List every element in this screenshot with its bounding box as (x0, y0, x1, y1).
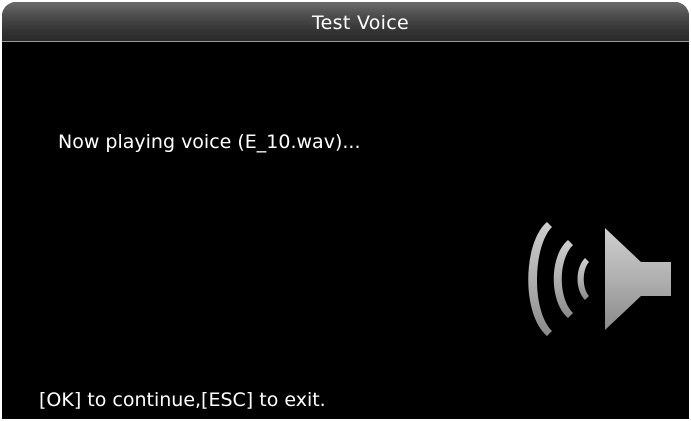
title-bar: Test Voice (2, 2, 689, 42)
sound-waves (528, 222, 589, 336)
playing-status-message: Now playing voice (E_10.wav)... (58, 131, 361, 153)
device-screen: Test Voice Now playing voice (E_10.wav).… (2, 2, 689, 419)
speaker-sound-icon (528, 222, 671, 336)
window-title: Test Voice (311, 12, 410, 34)
speaker-cone (605, 228, 671, 330)
key-hint: [OK] to continue,[ESC] to exit. (39, 389, 326, 411)
